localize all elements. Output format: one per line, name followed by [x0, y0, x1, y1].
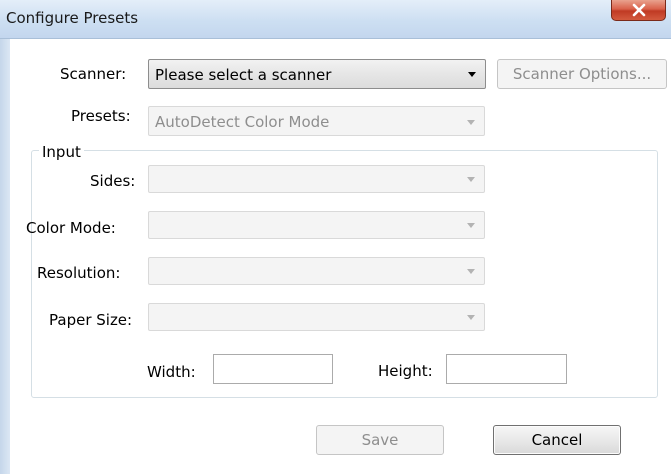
width-input[interactable] [213, 354, 333, 384]
sides-label: Sides: [90, 172, 136, 190]
sides-select[interactable] [148, 165, 485, 193]
chevron-down-icon [467, 315, 475, 320]
scanner-select-value: Please select a scanner [155, 66, 332, 84]
color-mode-select[interactable] [148, 211, 485, 239]
paper-size-select[interactable] [148, 303, 485, 331]
height-label: Height: [378, 362, 433, 380]
width-label: Width: [147, 363, 196, 381]
resolution-select[interactable] [148, 257, 485, 285]
color-mode-label: Color Mode: [26, 219, 116, 237]
scanner-select[interactable]: Please select a scanner [148, 59, 486, 89]
chevron-down-icon [467, 223, 475, 228]
configure-presets-dialog: Configure Presets Scanner: Please select… [0, 0, 671, 474]
chevron-down-icon [467, 177, 475, 182]
presets-select-value: AutoDetect Color Mode [155, 113, 330, 131]
save-button[interactable]: Save [316, 425, 444, 455]
presets-select[interactable]: AutoDetect Color Mode [148, 106, 485, 136]
height-input[interactable] [446, 354, 567, 384]
cancel-button[interactable]: Cancel [493, 425, 621, 455]
close-button[interactable] [611, 0, 666, 21]
close-icon [632, 3, 646, 17]
chevron-down-icon [468, 72, 476, 77]
chevron-down-icon [467, 269, 475, 274]
scanner-options-button[interactable]: Scanner Options... [497, 59, 667, 89]
title-bar[interactable]: Configure Presets [0, 0, 671, 39]
resolution-label: Resolution: [37, 264, 121, 282]
chevron-down-icon [467, 120, 475, 125]
paper-size-label: Paper Size: [49, 311, 133, 329]
scanner-label: Scanner: [60, 65, 127, 83]
presets-label: Presets: [71, 107, 131, 125]
input-group-legend: Input [39, 143, 84, 161]
window-title: Configure Presets [6, 9, 139, 27]
